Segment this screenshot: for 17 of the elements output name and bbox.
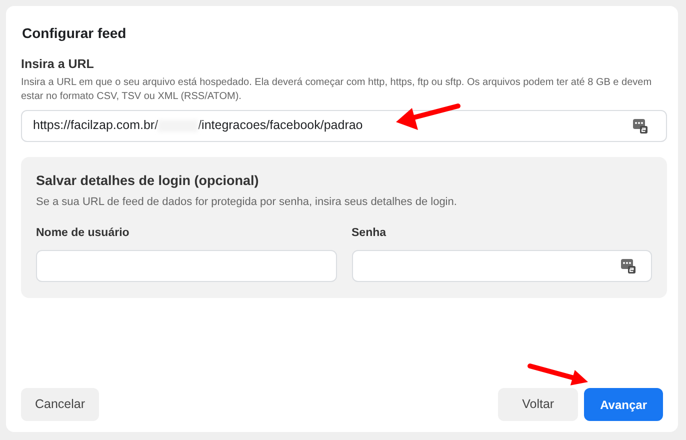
field-label: Senha	[352, 226, 388, 240]
username-field[interactable]	[36, 250, 336, 282]
dots-badge-icon[interactable]	[632, 118, 648, 134]
secondary-button[interactable]: Cancelar	[21, 388, 100, 421]
dots-badge-icon[interactable]	[620, 258, 636, 274]
field-label: Nome de usuário	[36, 226, 130, 240]
annotation-arrow	[396, 104, 460, 130]
url-field[interactable]: https://facilzap.com.br/ /integracoes/facebook/padrao	[21, 110, 667, 142]
next-button[interactable]: Avançar	[584, 388, 663, 421]
section-title: Salvar detalhes de login (opcional)	[36, 172, 260, 190]
secondary-button[interactable]: Voltar	[498, 388, 578, 421]
help-text: Insira a URL em que o seu arquivo está hospedado. Ela deverá começar com http, https, ftp ou sftp. Os arquivos podem ter até 8 GB e devem estar no formato CSV, TSV ou XML (RSS/ATOM).	[21, 76, 653, 104]
password-field[interactable]	[352, 250, 652, 282]
field-label: Insira a URL	[21, 56, 95, 73]
annotation-arrow	[528, 364, 588, 386]
help-text: Se a sua URL de feed de dados for protegida por senha, insira seus detalhes de login.	[36, 195, 458, 210]
dialog-title: Configurar feed	[21, 24, 128, 43]
